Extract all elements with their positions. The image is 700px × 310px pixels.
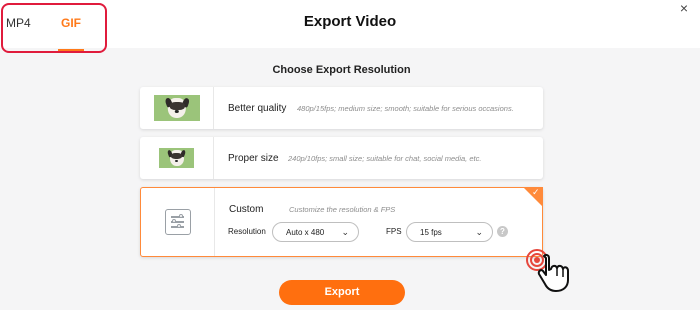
export-button[interactable]: Export — [279, 280, 405, 305]
option-description: Customize the resolution & FPS — [289, 205, 396, 214]
fps-value: 15 fps — [420, 228, 442, 237]
chevron-down-icon: ⌄ — [475, 227, 483, 237]
option-description: 480p/15fps; medium size; smooth; suitabl… — [297, 104, 514, 113]
option-name: Better quality — [228, 103, 287, 114]
option-name: Custom — [229, 204, 264, 215]
resolution-value: Auto x 480 — [286, 228, 325, 237]
thumbnail-cell — [140, 87, 214, 129]
dog-thumbnail — [159, 148, 194, 168]
option-better-quality[interactable]: Better quality 480p/15fps; medium size; … — [140, 87, 543, 129]
fps-select[interactable]: 15 fps ⌄ — [406, 222, 493, 242]
fps-label: FPS — [386, 227, 402, 236]
sliders-icon — [165, 209, 191, 235]
option-custom[interactable]: Custom Customize the resolution & FPS Re… — [140, 187, 543, 257]
close-icon[interactable]: × — [676, 0, 692, 16]
dialog-title: Export Video — [303, 13, 397, 30]
active-tab-underline — [58, 49, 84, 51]
dog-thumbnail — [154, 95, 200, 121]
resolution-label: Resolution — [228, 227, 266, 236]
chevron-down-icon: ⌄ — [341, 227, 349, 237]
help-icon[interactable]: ? — [497, 226, 508, 237]
check-icon: ✓ — [532, 187, 540, 197]
option-name: Proper size — [228, 153, 279, 164]
thumbnail-cell — [141, 188, 215, 256]
thumbnail-cell — [140, 137, 214, 179]
section-title: Choose Export Resolution — [272, 64, 411, 76]
hand-cursor-icon — [537, 253, 569, 292]
header-bar: MP4 GIF Export Video × — [0, 0, 700, 53]
option-proper-size[interactable]: Proper size 240p/10fps; small size; suit… — [140, 137, 543, 179]
resolution-select[interactable]: Auto x 480 ⌄ — [272, 222, 359, 242]
option-description: 240p/10fps; small size; suitable for cha… — [288, 154, 482, 163]
